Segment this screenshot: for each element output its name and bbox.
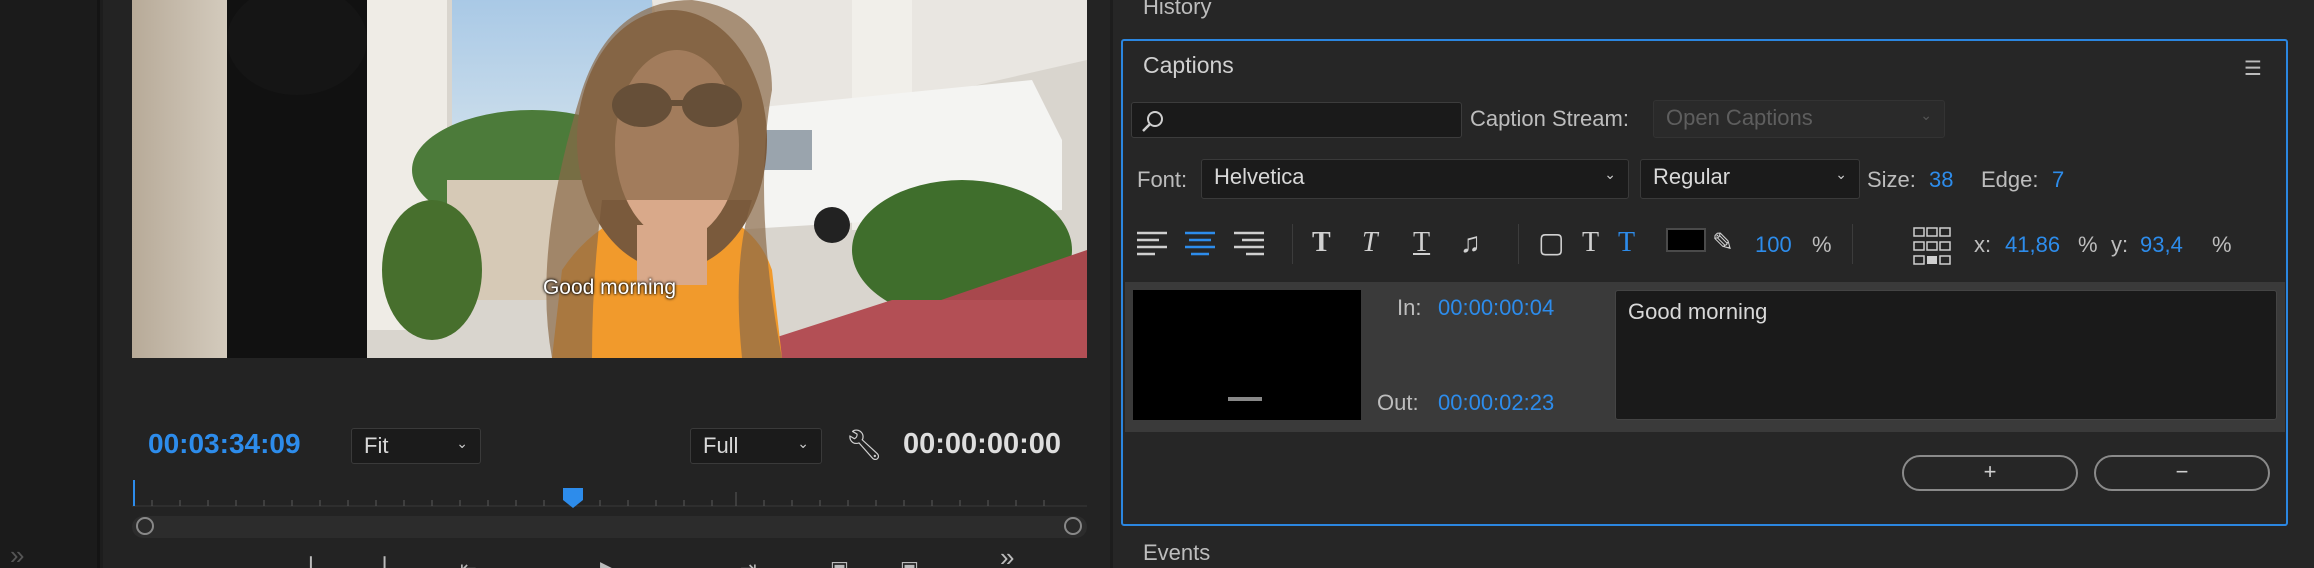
y-percent: % bbox=[2212, 232, 2232, 257]
caption-thumbnail bbox=[1133, 290, 1361, 420]
music-note-icon[interactable]: ♫ bbox=[1460, 227, 1481, 259]
zoom-scrollbar[interactable] bbox=[132, 516, 1087, 538]
caption-text-field[interactable]: Good morning bbox=[1615, 290, 2277, 420]
align-left-icon[interactable] bbox=[1135, 230, 1169, 256]
video-frame: Good morning bbox=[132, 0, 1087, 358]
underline-icon[interactable]: T bbox=[1413, 227, 1430, 259]
out-timecode[interactable]: 00:00:02:23 bbox=[1438, 390, 1554, 416]
chevron-down-icon: ⌄ bbox=[1920, 107, 1932, 123]
transport-controls: ▏ ▕ ⇤ ▶ ⇥ ▣ ▣ » bbox=[310, 542, 1030, 568]
scrollbar-left-handle[interactable] bbox=[136, 517, 154, 535]
x-percent: % bbox=[2078, 232, 2098, 257]
y-label: y: bbox=[2111, 232, 2129, 257]
more-controls-icon[interactable]: » bbox=[1000, 542, 1014, 568]
caption-stream-label: Caption Stream: bbox=[1470, 106, 1629, 131]
opacity-percent: % bbox=[1812, 232, 1832, 257]
panel-menu-icon[interactable]: ☰ bbox=[2244, 56, 2262, 81]
font-select-value: Helvetica bbox=[1214, 164, 1305, 189]
font-style-select[interactable]: Regular ⌄ bbox=[1640, 159, 1860, 199]
insert-icon[interactable]: ▣ bbox=[830, 556, 849, 568]
eyedropper-icon[interactable]: ✎ bbox=[1712, 227, 1734, 258]
search-icon bbox=[1142, 111, 1163, 132]
left-panel-strip: » bbox=[0, 0, 100, 568]
expand-panels-icon[interactable]: » bbox=[10, 540, 25, 568]
toolbar-divider bbox=[1292, 224, 1293, 264]
video-frame-image bbox=[132, 0, 1087, 358]
position-grid-icon[interactable] bbox=[1912, 226, 1952, 266]
mark-out-icon[interactable]: ▕ bbox=[370, 556, 385, 568]
italic-icon[interactable]: T bbox=[1362, 227, 1378, 259]
caption-stream-value: Open Captions bbox=[1666, 105, 1813, 130]
background-color-icon[interactable]: ▢ bbox=[1538, 226, 1564, 259]
caption-stream-select[interactable]: Open Captions ⌄ bbox=[1653, 100, 1945, 138]
resolution-select-value: Full bbox=[703, 433, 739, 458]
in-label: In: bbox=[1397, 295, 1422, 320]
add-caption-button[interactable]: + bbox=[1902, 455, 2078, 491]
history-panel-title[interactable]: History bbox=[1143, 0, 1211, 20]
play-icon[interactable]: ▶ bbox=[600, 556, 615, 568]
align-center-icon[interactable] bbox=[1183, 230, 1217, 256]
time-ruler[interactable] bbox=[132, 480, 1087, 510]
align-right-icon[interactable] bbox=[1232, 230, 1266, 256]
font-label: Font: bbox=[1137, 167, 1188, 192]
size-label: Size: bbox=[1867, 167, 1916, 192]
in-timecode[interactable]: 00:00:00:04 bbox=[1438, 295, 1554, 321]
chevron-down-icon: ⌄ bbox=[797, 435, 809, 451]
go-to-in-icon[interactable]: ⇤ bbox=[460, 556, 477, 568]
y-value[interactable]: 93,4 bbox=[2140, 232, 2183, 258]
toolbar-divider bbox=[1852, 224, 1853, 264]
overwrite-icon[interactable]: ▣ bbox=[900, 556, 919, 568]
bold-icon[interactable]: T bbox=[1312, 227, 1331, 259]
go-to-out-icon[interactable]: ⇥ bbox=[740, 556, 757, 568]
remove-caption-button[interactable]: − bbox=[2094, 455, 2270, 491]
font-style-value: Regular bbox=[1653, 164, 1731, 189]
scrollbar-right-handle[interactable] bbox=[1064, 517, 1082, 535]
overlay-caption: Good morning bbox=[542, 276, 677, 299]
captions-panel-title[interactable]: Captions bbox=[1143, 52, 1234, 79]
edge-color-icon[interactable]: T bbox=[1618, 227, 1635, 259]
resolution-select[interactable]: Full ⌄ bbox=[690, 428, 822, 464]
chevron-down-icon: ⌄ bbox=[456, 435, 468, 451]
thumbnail-caption-preview bbox=[1228, 397, 1262, 401]
zoom-select-value: Fit bbox=[364, 433, 389, 458]
duration-timecode: 00:00:00:00 bbox=[903, 428, 1061, 460]
playhead-marker[interactable] bbox=[563, 488, 583, 508]
mark-in-icon[interactable]: ▏ bbox=[310, 556, 325, 568]
toolbar-divider bbox=[1518, 224, 1519, 264]
x-value[interactable]: 41,86 bbox=[2005, 232, 2060, 258]
events-panel-title[interactable]: Events bbox=[1143, 540, 1210, 566]
out-label: Out: bbox=[1377, 390, 1419, 415]
chevron-down-icon: ⌄ bbox=[1604, 166, 1616, 182]
edge-label: Edge: bbox=[1981, 167, 2039, 192]
caption-search-input[interactable] bbox=[1131, 102, 1462, 138]
x-label: x: bbox=[1974, 232, 1992, 257]
wrench-icon[interactable]: 🔧︎ bbox=[845, 428, 883, 463]
edge-value[interactable]: 7 bbox=[2052, 167, 2064, 193]
font-select[interactable]: Helvetica ⌄ bbox=[1201, 159, 1629, 199]
zoom-select[interactable]: Fit ⌄ bbox=[351, 428, 481, 464]
color-swatch[interactable] bbox=[1666, 228, 1706, 252]
text-color-icon[interactable]: T bbox=[1582, 227, 1599, 259]
size-value[interactable]: 38 bbox=[1929, 167, 1953, 193]
opacity-value[interactable]: 100 bbox=[1755, 232, 1792, 258]
chevron-down-icon: ⌄ bbox=[1835, 166, 1847, 182]
playhead-timecode[interactable]: 00:03:34:09 bbox=[148, 428, 301, 460]
